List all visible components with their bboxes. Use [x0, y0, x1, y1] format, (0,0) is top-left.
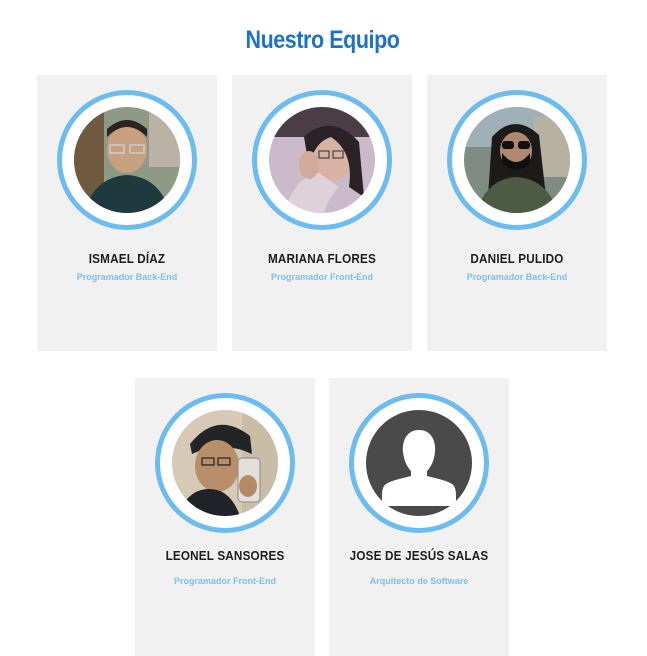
- member-name: DANIEL PULIDO: [470, 251, 564, 266]
- member-role: Programador Back-End: [466, 272, 568, 282]
- member-name: MARIANA FLORES: [267, 251, 377, 266]
- avatar: [155, 393, 295, 533]
- avatar: [252, 90, 392, 230]
- avatar: [57, 90, 197, 230]
- team-member-card: ISMAEL DÍAZ Programador Back-End: [37, 75, 217, 351]
- member-name: ISMAEL DÍAZ: [88, 251, 166, 266]
- member-role: Programador Front-End: [173, 576, 276, 586]
- member-photo: [464, 107, 570, 213]
- default-user-icon: [366, 410, 472, 516]
- avatar: [447, 90, 587, 230]
- avatar: [349, 393, 489, 533]
- member-role: Programador Back-End: [76, 272, 178, 282]
- team-member-card: LEONEL SANSORES Programador Front-End: [135, 378, 315, 656]
- member-photo: [269, 107, 375, 213]
- member-role: Arquitecto de Software: [369, 576, 469, 586]
- member-role: Programador Front-End: [270, 272, 373, 282]
- member-photo: [172, 410, 278, 516]
- team-member-card: DANIEL PULIDO Programador Back-End: [427, 75, 607, 351]
- member-name: LEONEL SANSORES: [165, 548, 285, 563]
- section-title: Nuestro Equipo: [245, 26, 400, 54]
- team-member-card: JOSE DE JESÚS SALAS Arquitecto de Softwa…: [329, 378, 509, 656]
- team-member-card: MARIANA FLORES Programador Front-End: [232, 75, 412, 351]
- member-photo: [74, 107, 180, 213]
- member-name: JOSE DE JESÚS SALAS: [349, 548, 489, 563]
